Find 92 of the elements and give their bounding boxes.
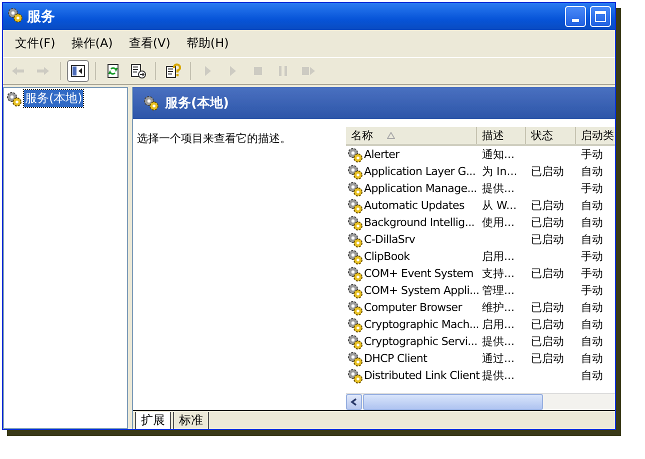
service-name[interactable]: COM+ Event System [364,267,474,280]
gears-icon [347,232,363,248]
service-name[interactable]: Alerter [364,148,400,161]
menu-item[interactable]: 查看(V) [122,33,176,54]
window-title: 服务 [27,8,55,26]
table-cell: 自动 [581,164,603,179]
service-name[interactable]: Cryptographic Mach... [364,318,479,331]
table-cell: 自动 [581,368,603,383]
menu-item[interactable]: 操作(A) [65,33,119,54]
column-header[interactable]: 描述 [477,127,526,144]
gears-icon [347,368,363,384]
table-cell: 提供... [482,181,514,196]
service-name[interactable]: Computer Browser [364,301,462,314]
gears-icon [347,164,363,180]
table-cell: 已启动 [531,351,564,366]
tree-item[interactable]: 服务(本地) [24,90,84,107]
table-cell: 手动 [581,181,603,196]
scroll-thumb[interactable] [363,394,543,410]
table-cell: 已启动 [531,266,564,281]
service-name[interactable]: Application Layer G... [364,165,476,178]
gears-icon [7,7,23,23]
table-cell: 通知... [482,147,514,162]
gears-icon [347,300,363,316]
menu-item[interactable]: 文件(F) [9,33,62,54]
gears-icon [347,282,363,298]
refresh-icon [105,63,121,79]
service-name[interactable]: C-DillaSrv [364,233,416,246]
scroll-left-button[interactable] [346,394,362,410]
gears-icon [347,248,363,264]
table-cell: 已启动 [531,215,564,230]
view-tab[interactable]: 标准 [173,412,209,429]
table-cell: 已启动 [531,334,564,349]
description-text: 选择一个项目来查看它的描述。 [137,132,291,145]
table-cell: 自动 [581,300,603,315]
table-cell: 已启动 [531,198,564,213]
table-cell: 使用... [482,215,514,230]
service-name[interactable]: DHCP Client [364,352,428,365]
maximize-button[interactable] [590,6,611,27]
help-icon [165,63,181,79]
service-name[interactable]: Application Manage... [364,182,477,195]
table-cell: 已启动 [531,164,564,179]
table-cell: 已启动 [531,232,564,247]
table-cell: 维护... [482,300,514,315]
gears-icon [347,180,363,196]
sort-icon [387,132,395,139]
table-cell: 通过... [482,351,514,366]
gears-icon [347,198,363,214]
service-name[interactable]: COM+ System Appli... [364,284,480,297]
table-cell: 自动 [581,232,603,247]
table-cell: 自动 [581,317,603,332]
gears-icon [143,95,159,111]
service-name[interactable]: Automatic Updates [364,199,464,212]
table-cell: 手动 [581,283,603,298]
table-cell: 从 W... [482,198,517,213]
view-tab[interactable]: 扩展 [135,412,171,429]
table-cell: 启用... [482,249,514,264]
pane-title: 服务(本地) [165,95,229,112]
table-cell: 支持... [482,266,514,281]
table-cell: 手动 [581,249,603,264]
gears-icon [347,316,363,332]
table-cell: 自动 [581,215,603,230]
table-cell: 已启动 [531,317,564,332]
service-name[interactable]: ClipBook [364,250,410,263]
panel-toggle-icon [70,63,86,79]
table-cell: 手动 [581,147,603,162]
column-header[interactable]: 启动类 [576,127,615,144]
service-name[interactable]: Distributed Link Client [364,369,480,382]
gears-icon [6,90,22,106]
column-header[interactable]: 名称 [346,127,477,144]
export-list-icon [130,63,146,79]
menu-item[interactable]: 帮助(H) [180,33,235,54]
table-cell: 自动 [581,198,603,213]
service-name[interactable]: Background Intellig... [364,216,474,229]
show-tree-button[interactable] [67,60,89,82]
gears-icon [347,334,363,350]
table-cell: 启用... [482,317,514,332]
gears-icon [347,266,363,282]
column-header[interactable]: 状态 [526,127,576,144]
table-cell: 手动 [581,266,603,281]
service-name[interactable]: Cryptographic Servi... [364,335,478,348]
table-cell: 管理... [482,283,514,298]
table-cell: 自动 [581,334,603,349]
table-cell: 自动 [581,351,603,366]
gears-icon [347,214,363,230]
horizontal-scrollbar[interactable] [346,393,615,410]
table-cell: 为 In... [482,164,518,179]
table-cell: 已启动 [531,300,564,315]
table-cell: 提供... [482,368,514,383]
table-cell: 提供... [482,334,514,349]
minimize-button[interactable] [565,6,586,27]
gears-icon [347,350,363,366]
gears-icon [347,146,363,162]
